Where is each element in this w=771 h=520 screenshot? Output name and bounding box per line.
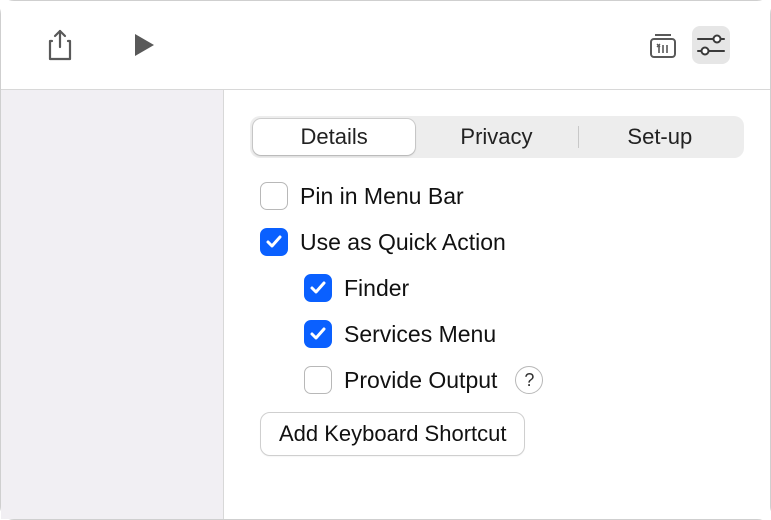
tab-label: Details <box>301 124 368 150</box>
checkbox[interactable] <box>304 366 332 394</box>
option-label: Services Menu <box>344 321 496 348</box>
library-icon <box>647 31 679 59</box>
help-button[interactable]: ? <box>515 366 543 394</box>
option-pin-in-menu-bar[interactable]: Pin in Menu Bar <box>260 182 744 210</box>
option-label: Provide Output <box>344 367 497 394</box>
button-label: Add Keyboard Shortcut <box>279 421 506 447</box>
checkbox[interactable] <box>304 274 332 302</box>
option-services-menu[interactable]: Services Menu <box>260 320 744 348</box>
share-icon <box>46 29 74 61</box>
checkbox[interactable] <box>260 182 288 210</box>
sidebar <box>1 90 224 519</box>
question-icon: ? <box>524 370 534 391</box>
checkbox[interactable] <box>260 228 288 256</box>
tab-privacy[interactable]: Privacy <box>415 119 577 155</box>
segmented-control: Details Privacy Set-up <box>250 116 744 158</box>
settings-button[interactable] <box>692 26 730 64</box>
option-provide-output[interactable]: Provide Output ? <box>260 366 744 394</box>
tab-setup[interactable]: Set-up <box>579 119 741 155</box>
option-label: Pin in Menu Bar <box>300 183 464 210</box>
settings-icon <box>695 33 727 57</box>
toolbar <box>1 1 770 89</box>
tab-label: Privacy <box>460 124 532 150</box>
details-panel: Details Privacy Set-up Pin in Menu Bar <box>224 90 770 519</box>
run-button[interactable] <box>125 26 163 64</box>
option-use-as-quick-action[interactable]: Use as Quick Action <box>260 228 744 256</box>
option-label: Use as Quick Action <box>300 229 506 256</box>
option-label: Finder <box>344 275 409 302</box>
library-button[interactable] <box>644 26 682 64</box>
share-button[interactable] <box>41 26 79 64</box>
tab-label: Set-up <box>627 124 692 150</box>
play-icon <box>132 32 156 58</box>
checkbox[interactable] <box>304 320 332 348</box>
option-finder[interactable]: Finder <box>260 274 744 302</box>
tab-details[interactable]: Details <box>253 119 415 155</box>
add-keyboard-shortcut-button[interactable]: Add Keyboard Shortcut <box>260 412 525 456</box>
